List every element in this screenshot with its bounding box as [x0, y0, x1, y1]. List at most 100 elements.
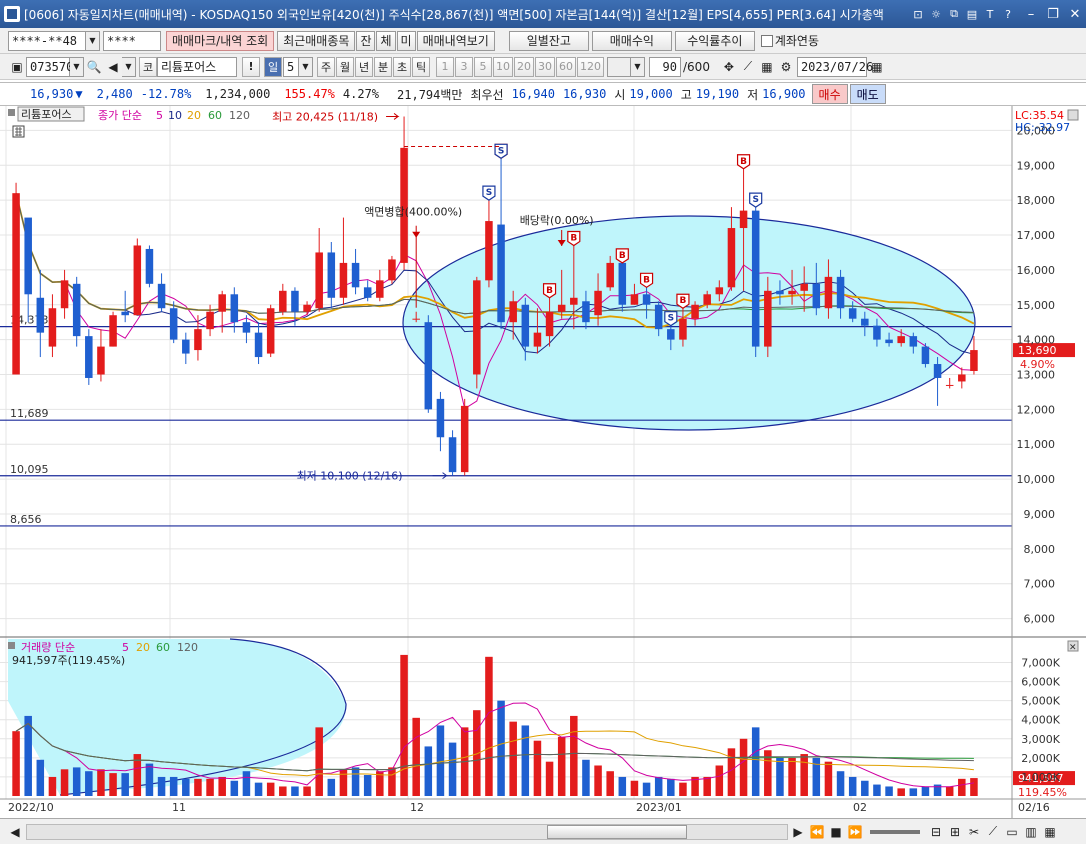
ruler-icon[interactable]: ⟋ — [984, 822, 1002, 842]
recent-trades-button[interactable]: 최근매매종목 — [277, 30, 356, 51]
trade-profit-button[interactable]: 매매수익 — [591, 30, 672, 51]
save-icon[interactable]: ▦ — [758, 57, 776, 77]
candle-body — [339, 262, 348, 298]
volume-bar — [400, 654, 408, 796]
candle-body — [121, 311, 129, 316]
period-yearly-button[interactable]: 년 — [355, 56, 373, 77]
restore-button[interactable]: ❐ — [1042, 4, 1064, 24]
legend-ma10: 10 — [168, 109, 182, 122]
split-icon[interactable]: ▥ — [1022, 822, 1040, 842]
window-layout-icon[interactable]: ▣ — [8, 57, 26, 77]
interval-dropdown-icon[interactable]: ▼ — [631, 56, 645, 77]
grid-view-icon[interactable]: ▦ — [1041, 822, 1059, 842]
draw-tool-icon[interactable]: ⟋ — [739, 57, 757, 77]
interval-120-button[interactable]: 120 — [577, 56, 604, 77]
trade-history-button[interactable]: 매매내역보기 — [416, 30, 495, 51]
interval-20-button[interactable]: 20 — [514, 56, 534, 77]
chart-area[interactable]: 14,37311,68910,0958,656 BSSBBBBSBBS 최고 2… — [0, 106, 1086, 818]
buy-marker: B — [676, 293, 690, 309]
interval-10-button[interactable]: 10 — [493, 56, 513, 77]
scroll-bar[interactable]: ◀ ▶ ⏪ ■ ⏩ ⊟ ⊞ ✂ ⟋ ▭ ▥ ▦ — [0, 818, 1086, 844]
balance-button[interactable]: 잔 — [356, 30, 376, 51]
crosshair-icon[interactable]: ✥ — [720, 57, 738, 77]
zoom-in-icon[interactable]: ⊞ — [946, 822, 964, 842]
sound-dropdown-icon[interactable]: ▼ — [122, 56, 136, 77]
candle-body — [921, 346, 930, 365]
settings-icon[interactable]: ☼ — [928, 6, 944, 22]
calendar-icon[interactable]: ▦ — [868, 57, 886, 77]
code-dropdown-icon[interactable]: ▼ — [70, 56, 84, 77]
profit-trend-button[interactable]: 수익률추이 — [674, 30, 755, 51]
search-icon[interactable]: 🔍 — [85, 57, 103, 77]
close-button[interactable]: ✕ — [1064, 4, 1086, 24]
buy-button[interactable]: 매수 — [811, 84, 848, 104]
volume-axis-label: 7,000K — [1021, 657, 1060, 670]
scroll-thumb[interactable] — [547, 824, 687, 839]
period-weekly-button[interactable]: 주 — [317, 56, 335, 77]
zoom-out-icon[interactable]: ⊟ — [927, 822, 945, 842]
gear-icon[interactable]: ⚙ — [777, 57, 795, 77]
period-monthly-button[interactable]: 월 — [336, 56, 354, 77]
date-input[interactable]: 2023/07/26 — [796, 56, 873, 77]
candle-body — [654, 304, 663, 330]
help-icon[interactable]: ? — [1000, 6, 1016, 22]
stock-name-field: 리튬포어스 — [157, 56, 237, 77]
print-icon[interactable]: ▤ — [964, 6, 980, 22]
fast-forward-icon[interactable]: ⏩ — [846, 822, 864, 842]
volume-bar — [800, 754, 808, 796]
volume-bar — [448, 742, 457, 796]
filled-button[interactable]: 체 — [376, 30, 396, 51]
stock-code-input[interactable]: 073570 — [26, 56, 73, 77]
stop-icon[interactable]: ■ — [827, 822, 845, 842]
interval-input[interactable] — [607, 56, 631, 77]
font-icon[interactable]: T — [982, 6, 998, 22]
sell-button[interactable]: 매도 — [849, 84, 886, 104]
ask-price: 16,940 — [511, 87, 555, 101]
candle-body — [473, 280, 481, 375]
bar-count-input[interactable]: 90 — [649, 56, 681, 77]
volume: 1,234,000 — [205, 87, 271, 101]
svg-text:✕: ✕ — [1069, 643, 1077, 653]
interval-5-button[interactable]: 5 — [474, 56, 492, 77]
account-input[interactable]: ****-**48 — [8, 30, 86, 51]
scroll-track[interactable] — [26, 823, 788, 840]
volume-bar — [266, 782, 275, 796]
volume-bar — [291, 786, 299, 796]
minimize-button[interactable]: – — [1020, 4, 1042, 24]
period-tick-button[interactable]: 틱 — [412, 56, 430, 77]
period-second-button[interactable]: 초 — [393, 56, 411, 77]
svg-text:B: B — [740, 157, 747, 167]
period-daily-button[interactable]: 일 — [264, 56, 282, 77]
interval-1-button[interactable]: 1 — [436, 56, 454, 77]
window-icon[interactable]: ⧉ — [946, 6, 962, 22]
support-line-label: 10,095 — [10, 463, 49, 476]
tools-icon[interactable]: ✂ — [965, 822, 983, 842]
alert-button[interactable]: ! — [242, 56, 260, 77]
scroll-left-icon[interactable]: ◀ — [6, 822, 24, 842]
step-right-icon[interactable]: ▶ — [789, 822, 807, 842]
volume-bar — [909, 788, 918, 796]
candle-body — [691, 304, 699, 319]
unfilled-button[interactable]: 미 — [396, 30, 416, 51]
account-link-checkbox[interactable] — [760, 34, 773, 47]
period-minute-button[interactable]: 분 — [374, 56, 392, 77]
price-panel-scroll-icon[interactable] — [1067, 109, 1079, 121]
period-dropdown-icon[interactable]: ▼ — [299, 56, 313, 77]
interval-60-button[interactable]: 60 — [556, 56, 576, 77]
volume-bar — [109, 773, 117, 796]
trade-mark-query-button[interactable]: 매매마크/내역 조회 — [166, 30, 275, 51]
password-input[interactable]: **** — [103, 30, 161, 51]
sound-icon[interactable]: ◀ — [104, 57, 122, 77]
speed-slider[interactable] — [870, 829, 920, 834]
pin-icon[interactable]: ⊡ — [910, 6, 926, 22]
candle-body — [327, 252, 336, 298]
rewind-icon[interactable]: ⏪ — [808, 822, 826, 842]
interval-30-button[interactable]: 30 — [535, 56, 555, 77]
interval-3-button[interactable]: 3 — [455, 56, 473, 77]
daily-balance-button[interactable]: 일별잔고 — [508, 30, 589, 51]
account-dropdown-icon[interactable]: ▼ — [86, 30, 100, 51]
volume-bar — [751, 727, 760, 796]
layout-icon[interactable]: ▭ — [1003, 822, 1021, 842]
period-count-input[interactable]: 5 — [283, 56, 299, 77]
volume-bar — [436, 725, 445, 796]
